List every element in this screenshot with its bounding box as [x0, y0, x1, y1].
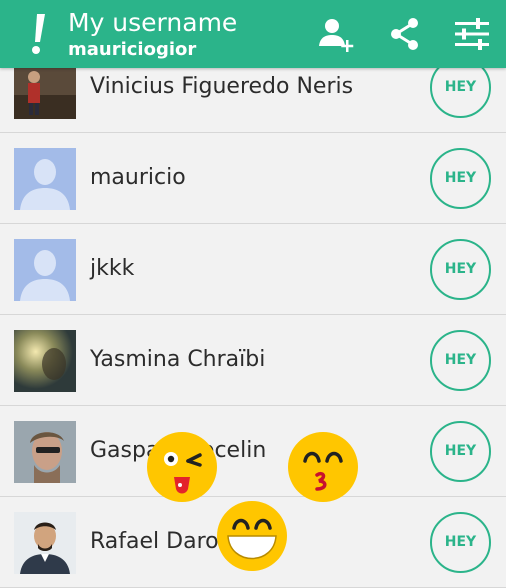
- app-header: My username mauriciogior: [0, 0, 506, 68]
- avatar: [14, 421, 76, 483]
- settings-sliders-icon[interactable]: [452, 14, 492, 54]
- add-user-icon[interactable]: [316, 14, 356, 54]
- winking-tongue-emoji-icon: [146, 431, 218, 503]
- avatar: [14, 512, 76, 574]
- contact-name: Rafael Daron: [90, 529, 233, 554]
- default-avatar-icon: [14, 148, 76, 210]
- hey-button[interactable]: HEY: [430, 239, 491, 300]
- header-subtitle: mauriciogior: [68, 39, 197, 60]
- share-icon[interactable]: [384, 14, 424, 54]
- contact-row[interactable]: Yasmina Chraïbi HEY: [0, 315, 506, 406]
- contact-row[interactable]: mauricio HEY: [0, 133, 506, 224]
- grinning-emoji-icon: [216, 500, 288, 572]
- contact-name: mauricio: [90, 165, 186, 190]
- hey-button[interactable]: HEY: [430, 512, 491, 573]
- header-title: My username: [68, 8, 238, 37]
- contact-name: Vinicius Figueredo Neris: [90, 74, 354, 99]
- hey-button[interactable]: HEY: [430, 148, 491, 209]
- kissing-emoji-icon: [287, 431, 359, 503]
- exclamation-logo-icon: [26, 10, 52, 58]
- default-avatar-icon: [14, 239, 76, 301]
- hey-button[interactable]: HEY: [430, 421, 491, 482]
- contact-row[interactable]: Gaspard Lecelin HEY: [0, 406, 506, 497]
- avatar: [14, 330, 76, 392]
- contact-name: jkkk: [90, 256, 135, 281]
- hey-button[interactable]: HEY: [430, 330, 491, 391]
- contact-row[interactable]: jkkk HEY: [0, 224, 506, 315]
- contact-name: Yasmina Chraïbi: [90, 347, 266, 372]
